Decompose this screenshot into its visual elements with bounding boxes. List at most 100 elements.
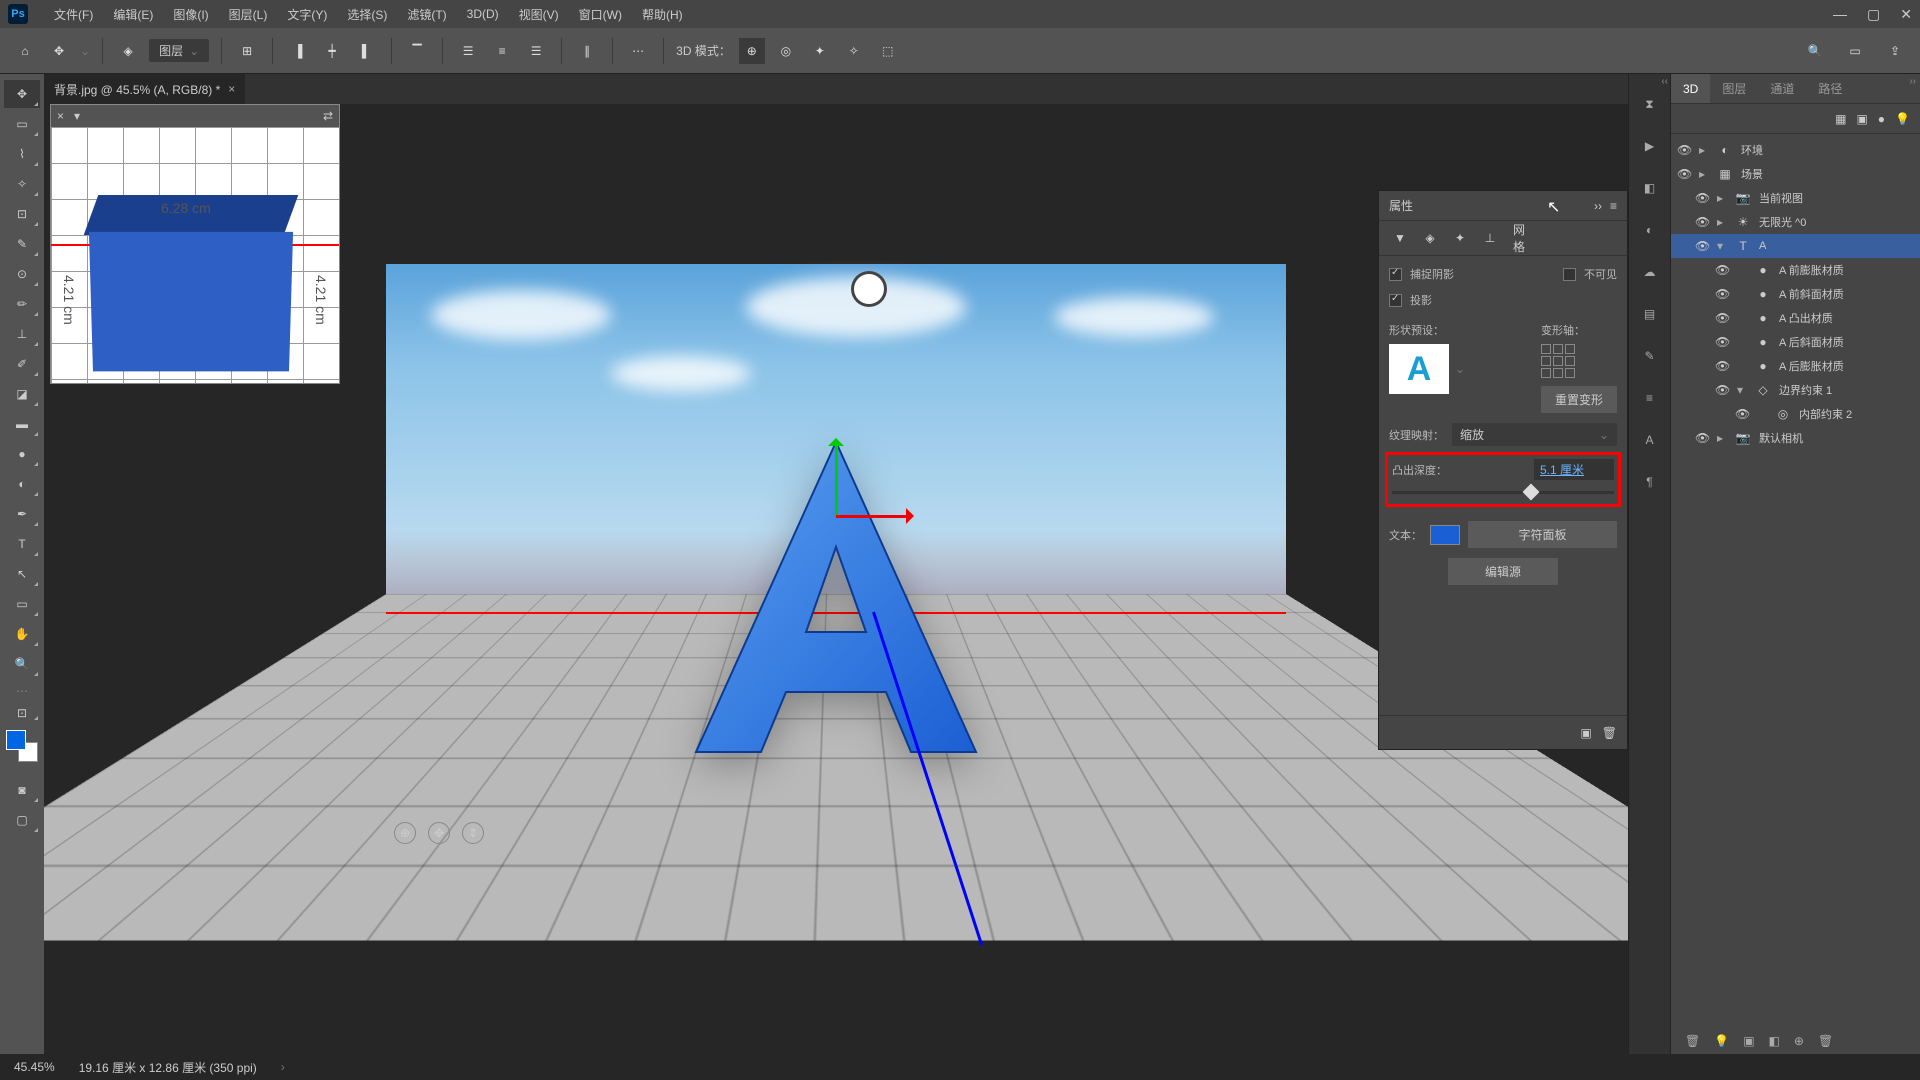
scene-item[interactable]: 👁▸📷默认相机 (1671, 426, 1920, 450)
shape-preset-thumbnail[interactable]: A (1389, 344, 1449, 394)
tab-close-icon[interactable]: × (228, 82, 235, 96)
gradient-tool[interactable]: ▬ (4, 410, 40, 438)
3d-roll-icon[interactable]: ◎ (773, 38, 799, 64)
brush-tool[interactable]: ✏ (4, 290, 40, 318)
prop-cap-icon[interactable]: ✦ (1449, 227, 1471, 249)
search-icon[interactable]: 🔍 (1802, 38, 1828, 64)
render-to-ground-icon[interactable]: ▣ (1580, 726, 1591, 740)
extrude-depth-input[interactable]: 5.1 厘米 (1534, 459, 1614, 480)
tab-3d[interactable]: 3D (1671, 74, 1710, 103)
align-hcenter-icon[interactable]: ┿ (319, 38, 345, 64)
move-tool-opt-icon[interactable]: ✥ (46, 38, 72, 64)
spot-heal-tool[interactable]: ⊙ (4, 260, 40, 288)
filter-mesh-icon[interactable]: ▣ (1856, 112, 1867, 126)
dock-swatch-icon[interactable]: ▤ (1636, 300, 1664, 328)
menu-edit[interactable]: 编辑(E) (103, 0, 163, 28)
filter-scene-icon[interactable]: ▦ (1835, 112, 1846, 126)
menu-3d[interactable]: 3D(D) (457, 0, 509, 28)
visibility-icon[interactable]: 👁 (1715, 287, 1729, 301)
3d-pan-icon[interactable]: ✥ (428, 822, 450, 844)
scene-item[interactable]: 👁▾TA (1671, 234, 1920, 258)
scene-item[interactable]: 👁●A 前斜面材质 (1671, 282, 1920, 306)
eraser-tool[interactable]: ◪ (4, 380, 40, 408)
light-add-icon[interactable]: 💡 (1714, 1034, 1729, 1048)
dist-bottom-icon[interactable]: ☰ (523, 38, 549, 64)
zoom-level[interactable]: 45.45% (14, 1060, 55, 1074)
menu-filter[interactable]: 滤镜(T) (397, 0, 456, 28)
visibility-icon[interactable]: 👁 (1695, 191, 1709, 205)
lasso-tool[interactable]: ⌇ (4, 140, 40, 168)
history-brush-tool[interactable]: ✐ (4, 350, 40, 378)
scene-item[interactable]: 👁●A 后膨胀材质 (1671, 354, 1920, 378)
dock-adjust-icon[interactable]: ◐ (1636, 216, 1664, 244)
dock-properties-icon[interactable]: ◧ (1636, 174, 1664, 202)
catch-shadow-checkbox[interactable] (1389, 268, 1402, 281)
blur-tool[interactable]: ● (4, 440, 40, 468)
secview-close-icon[interactable]: × (57, 109, 64, 123)
char-panel-button[interactable]: 字符面板 (1468, 521, 1617, 548)
window-maximize-icon[interactable]: ▢ (1867, 6, 1880, 23)
3d-rotate-icon[interactable]: ⊕ (739, 38, 765, 64)
align-left-icon[interactable]: ▐ (285, 38, 311, 64)
light-widget-icon[interactable] (854, 274, 884, 304)
fg-bg-color[interactable] (6, 730, 38, 762)
visibility-icon[interactable]: 👁 (1715, 383, 1729, 397)
edit-source-button[interactable]: 编辑源 (1448, 558, 1558, 585)
prop-mesh-tab[interactable]: 网格 (1513, 227, 1535, 249)
marquee-tool[interactable]: ▭ (4, 110, 40, 138)
scene-item[interactable]: 👁▸☀无限光 ^0 (1671, 210, 1920, 234)
scene-item[interactable]: 👁●A 前膨胀材质 (1671, 258, 1920, 282)
dist-vcenter-icon[interactable]: ≡ (489, 38, 515, 64)
prop-deform-icon[interactable]: ◈ (1419, 227, 1441, 249)
scene-item[interactable]: 👁●A 后斜面材质 (1671, 330, 1920, 354)
share-icon[interactable]: ⇪ (1882, 38, 1908, 64)
tab-layers[interactable]: 图层 (1710, 74, 1758, 103)
crop-tool[interactable]: ⊡ (4, 200, 40, 228)
visibility-icon[interactable]: 👁 (1695, 215, 1709, 229)
quickmask-icon[interactable]: ◙ (4, 776, 40, 804)
prop-mesh-icon[interactable]: ▼ (1389, 227, 1411, 249)
menu-view[interactable]: 视图(V) (509, 0, 569, 28)
dock-char-icon[interactable]: A (1636, 426, 1664, 454)
workspace-icon[interactable]: ▭ (1842, 38, 1868, 64)
pen-tool[interactable]: ✒ (4, 500, 40, 528)
3d-slide-icon[interactable]: ✧ (841, 38, 867, 64)
filter-light-icon[interactable]: 💡 (1895, 112, 1910, 126)
dist-top-icon[interactable]: ☰ (455, 38, 481, 64)
collapse-right-icon[interactable]: ›› (1909, 76, 1916, 87)
visibility-icon[interactable]: 👁 (1715, 263, 1729, 277)
dist-spacing-icon[interactable]: ∥ (574, 38, 600, 64)
dock-play-icon[interactable]: ▶ (1636, 132, 1664, 160)
texture-mapping-select[interactable]: 缩放⌄ (1452, 423, 1617, 446)
invisible-checkbox[interactable] (1563, 268, 1576, 281)
menu-file[interactable]: 文件(F) (44, 0, 103, 28)
visibility-icon[interactable]: 👁 (1695, 431, 1709, 445)
3d-scale-icon[interactable]: ⬚ (875, 38, 901, 64)
menu-select[interactable]: 选择(S) (337, 0, 397, 28)
eyedropper-tool[interactable]: ✎ (4, 230, 40, 258)
transform-controls-icon[interactable]: ⊞ (234, 38, 260, 64)
scene-item[interactable]: 👁▸📷当前视图 (1671, 186, 1920, 210)
render-icon[interactable]: 🗑 (1685, 1034, 1700, 1048)
camera-icon[interactable]: ◧ (1769, 1034, 1780, 1048)
edit-toolbar-icon[interactable]: ⊡ (4, 704, 40, 722)
scene-item[interactable]: 👁●A 凸出材质 (1671, 306, 1920, 330)
menu-layer[interactable]: 图层(L) (219, 0, 278, 28)
type-tool[interactable]: T (4, 530, 40, 558)
zoom-tool[interactable]: 🔍 (4, 650, 40, 678)
chevron-down-icon[interactable]: ⌄ (80, 44, 90, 58)
visibility-icon[interactable]: 👁 (1715, 359, 1729, 373)
scene-item[interactable]: 👁▾◇边界约束 1 (1671, 378, 1920, 402)
window-minimize-icon[interactable]: — (1833, 6, 1847, 23)
panel-collapse-icon[interactable]: ›› (1594, 199, 1602, 213)
more-options-icon[interactable]: ⋯ (625, 38, 651, 64)
visibility-icon[interactable]: 👁 (1677, 167, 1691, 181)
auto-select-icon[interactable]: ◈ (115, 38, 141, 64)
dock-layers-icon[interactable]: ≡ (1636, 384, 1664, 412)
rectangle-tool[interactable]: ▭ (4, 590, 40, 618)
layer-dropdown[interactable]: 图层⌄ (149, 39, 209, 62)
scene-item[interactable]: 👁▸▦场景 (1671, 162, 1920, 186)
canvas[interactable]: ⊕ ✥ ⇕ (386, 264, 1286, 864)
text-color-swatch[interactable] (1430, 525, 1460, 545)
dodge-tool[interactable]: ◐ (4, 470, 40, 498)
